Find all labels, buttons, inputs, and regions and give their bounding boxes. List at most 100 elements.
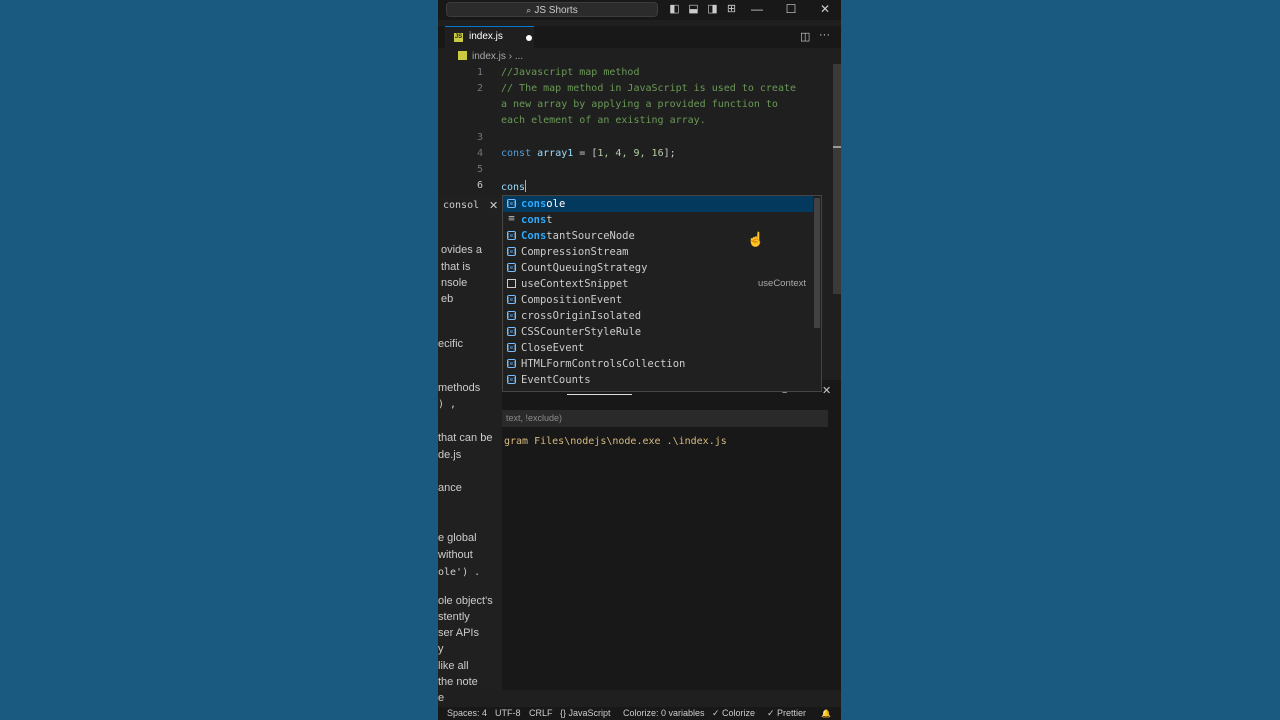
- editor-tab-bar: JS index.js: [438, 26, 841, 48]
- doc-text: ance: [438, 482, 462, 494]
- toggle-panel-icon[interactable]: ⬓: [687, 3, 700, 15]
- suggestion-scrollbar[interactable]: [814, 198, 820, 328]
- line-number: 3: [476, 132, 483, 143]
- typed-text: cons: [501, 182, 526, 193]
- minimize-button[interactable]: —: [747, 2, 767, 17]
- breadcrumb-symbols[interactable]: ...: [515, 51, 523, 62]
- doc-text: without: [438, 549, 473, 561]
- doc-text: like all: [438, 660, 469, 672]
- code-line-4: const array1 = [1, 4, 9, 16];: [501, 148, 676, 159]
- mouse-pointer-icon: ☝: [747, 231, 765, 247]
- line-number: 1: [476, 67, 483, 78]
- doc-text: ser APIs: [438, 627, 479, 639]
- suggestion-item[interactable]: [e] EventCounts: [503, 372, 813, 388]
- variable-icon: [e]: [507, 263, 516, 272]
- close-window-button[interactable]: ✕: [815, 2, 835, 17]
- more-actions-icon[interactable]: ···: [819, 29, 830, 41]
- variable-icon: [e]: [507, 327, 516, 336]
- doc-code: ) ,: [438, 399, 457, 410]
- toggle-primary-sidebar-icon[interactable]: ◧: [668, 3, 681, 15]
- line-number: 4: [476, 148, 483, 159]
- code-line-1: //Javascript map method: [501, 67, 640, 78]
- suggestion-detail: useContext: [758, 278, 807, 289]
- variable-icon: [e]: [507, 231, 516, 240]
- suggestion-label: const: [521, 214, 553, 226]
- suggestion-item[interactable]: [e] CompressionStream: [503, 244, 813, 260]
- status-colorize-vars[interactable]: Colorize: 0 variables: [623, 707, 705, 720]
- status-language[interactable]: {} JavaScript: [560, 707, 611, 720]
- split-editor-icon[interactable]: ◫: [800, 30, 810, 43]
- maximize-button[interactable]: ☐: [781, 2, 801, 17]
- status-colorize[interactable]: ✓ Colorize: [712, 707, 755, 720]
- variable-icon: [e]: [507, 199, 516, 208]
- doc-text: e: [438, 692, 445, 704]
- suggestion-item[interactable]: [e] CompositionEvent: [503, 292, 813, 308]
- doc-text: methods: [438, 382, 481, 394]
- status-eol[interactable]: CRLF: [529, 707, 553, 720]
- cursor-position-marker: [833, 146, 841, 148]
- suggestion-item[interactable]: [e] HTMLFormControlsCollection: [503, 356, 813, 372]
- variable-icon: [e]: [507, 295, 516, 304]
- line-number: 2: [476, 83, 483, 94]
- tab-label: index.js: [469, 31, 503, 42]
- search-icon: ⌕: [526, 5, 532, 15]
- suggestion-item[interactable]: [e] console: [503, 196, 813, 212]
- status-prettier[interactable]: ✓ Prettier: [767, 707, 806, 720]
- doc-text: ovides a: [441, 244, 482, 256]
- status-bar: Spaces: 4 UTF-8 CRLF {} JavaScript Color…: [438, 707, 841, 720]
- tab-index-js[interactable]: JS index.js: [445, 26, 534, 48]
- statement-end: ];: [663, 148, 676, 159]
- doc-text: eb: [441, 293, 454, 305]
- suggestion-label: CloseEvent: [521, 342, 585, 354]
- status-indentation[interactable]: Spaces: 4: [447, 707, 487, 720]
- doc-text: stently: [438, 611, 470, 623]
- suggestion-widget: [e] console ≡ const [e] ConstantSourceNo…: [502, 195, 822, 392]
- suggestion-item[interactable]: [e] CSSCounterStyleRule: [503, 324, 813, 340]
- customize-layout-icon[interactable]: ⊞: [725, 3, 738, 15]
- line-number: 5: [476, 164, 483, 175]
- details-header: consol: [443, 200, 480, 211]
- unsaved-dot-icon[interactable]: [526, 35, 532, 41]
- command-center-search[interactable]: ⌕ JS Shorts: [446, 2, 658, 17]
- close-details-icon[interactable]: ✕: [489, 199, 498, 212]
- javascript-file-icon: JS: [454, 33, 463, 42]
- keyword-icon: ≡: [507, 214, 516, 224]
- toggle-secondary-sidebar-icon[interactable]: ◨: [706, 3, 719, 15]
- doc-text: ole object's: [438, 595, 493, 607]
- suggestion-item[interactable]: ≡ const: [503, 212, 813, 228]
- code-line-6: cons: [501, 180, 527, 193]
- suggestion-label: ConstantSourceNode: [521, 230, 635, 242]
- doc-text: that is: [441, 261, 471, 273]
- bell-icon[interactable]: 🔔: [821, 707, 831, 720]
- suggestion-label: CompressionStream: [521, 246, 629, 258]
- suggestion-label: CSSCounterStyleRule: [521, 326, 642, 338]
- scrollbar-thumb[interactable]: [833, 64, 841, 294]
- suggestion-item[interactable]: useContextSnippet useContext: [503, 276, 813, 292]
- suggestion-label: console: [521, 198, 566, 210]
- suggestion-label: useContextSnippet: [521, 278, 629, 290]
- command-center-label: JS Shorts: [534, 5, 578, 16]
- code-line-2: // The map method in JavaScript is used …: [501, 83, 797, 94]
- suggestion-label: EventCounts: [521, 374, 591, 386]
- suggestion-item[interactable]: [e] ConstantSourceNode: [503, 228, 813, 244]
- close-panel-button[interactable]: ✕: [822, 384, 831, 397]
- debug-console-filter[interactable]: text, !exclude): [502, 410, 828, 427]
- editor-scrollbar[interactable]: [833, 64, 841, 294]
- status-encoding[interactable]: UTF-8: [495, 707, 521, 720]
- doc-text: that can be: [438, 432, 493, 444]
- console-output-line: gram Files\nodejs\node.exe .\index.js: [504, 436, 727, 447]
- code-line-2-wrap-2: each element of an existing array.: [501, 115, 706, 126]
- doc-code: ole') .: [438, 567, 481, 578]
- suggestion-item[interactable]: [e] CountQueuingStrategy: [503, 260, 813, 276]
- doc-text: e global: [438, 532, 477, 544]
- suggestion-label: crossOriginIsolated: [521, 310, 642, 322]
- variable-icon: [e]: [507, 375, 516, 384]
- variable-icon: [e]: [507, 359, 516, 368]
- doc-text: y: [438, 643, 444, 655]
- variable-array1: array1: [537, 148, 574, 159]
- breadcrumb-file[interactable]: index.js: [472, 51, 506, 62]
- suggestion-item[interactable]: [e] crossOriginIsolated: [503, 308, 813, 324]
- suggestion-details-panel: consol ✕ ovides a that is nsole eb ecifi…: [438, 195, 502, 704]
- suggestion-item[interactable]: [e] CloseEvent: [503, 340, 813, 356]
- bottom-panel: OUTPUTDEBUG CONSOLETERMINALPORTS ≡ ✕ tex…: [502, 380, 841, 690]
